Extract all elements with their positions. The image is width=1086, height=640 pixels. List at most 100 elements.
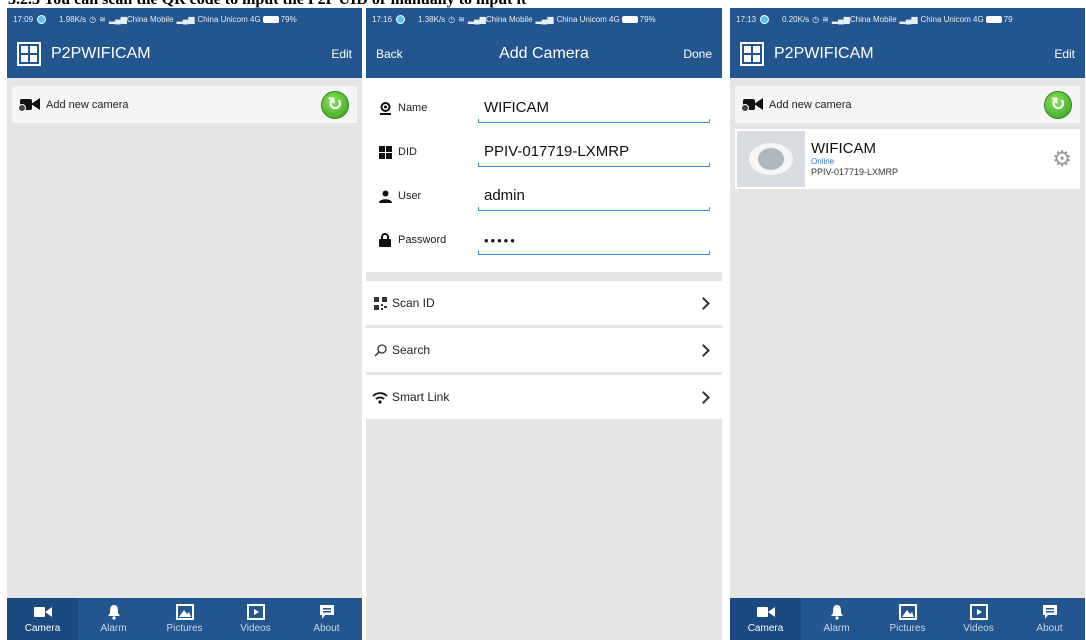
tab-label: Alarm bbox=[823, 623, 850, 634]
status-carrier-2: China Unicom 4G bbox=[197, 14, 261, 24]
app-title: P2PWIFICAM bbox=[51, 45, 151, 62]
wifi-status-icon: ≋ bbox=[458, 14, 465, 24]
status-time: 17:13 bbox=[736, 14, 757, 24]
tab-label: About bbox=[1036, 623, 1063, 634]
notification-icon bbox=[37, 14, 47, 24]
form-row-name: Name WIFICAM bbox=[366, 86, 722, 130]
camera-add-icon bbox=[741, 98, 763, 112]
status-time: 17:16 bbox=[372, 14, 393, 24]
user-badge-icon bbox=[378, 101, 392, 115]
menu-scan-id[interactable]: Scan ID bbox=[366, 281, 722, 325]
page-title: Add Camera bbox=[499, 45, 589, 62]
tab-label: Alarm bbox=[100, 623, 127, 634]
user-field[interactable]: admin bbox=[478, 181, 710, 211]
chat-icon bbox=[318, 604, 336, 620]
tab-camera[interactable]: Camera bbox=[730, 598, 801, 640]
add-camera-row[interactable]: Add new camera ↻ bbox=[12, 86, 357, 123]
battery-icon bbox=[985, 15, 1002, 23]
tab-pictures[interactable]: Pictures bbox=[149, 598, 220, 640]
signal-icon: ▂▄▆ bbox=[467, 14, 486, 24]
status-bar: 17:09 1.98K/s ◷ ≋ ▂▄▆ China Mobile ▂▄▆ C… bbox=[7, 8, 362, 30]
person-icon bbox=[378, 189, 392, 203]
password-label: Password bbox=[398, 234, 447, 246]
menu-label: Smart Link bbox=[392, 390, 450, 404]
camera-list-item[interactable]: WIFICAM Online PPIV-017719-LXMRP ⚙ bbox=[735, 129, 1080, 189]
app-header: P2PWIFICAM Edit bbox=[730, 30, 1085, 78]
tab-alarm[interactable]: Alarm bbox=[801, 598, 872, 640]
edit-button[interactable]: Edit bbox=[1054, 47, 1075, 61]
camera-add-icon bbox=[18, 98, 40, 112]
back-button[interactable]: Back bbox=[376, 47, 403, 61]
status-speed: 0.20K/s bbox=[782, 14, 810, 24]
tab-pictures[interactable]: Pictures bbox=[872, 598, 943, 640]
status-battery: 79% bbox=[639, 14, 656, 24]
form-row-password: Password ••••• bbox=[366, 218, 722, 262]
grid-icon bbox=[378, 145, 392, 159]
name-field[interactable]: WIFICAM bbox=[478, 93, 710, 123]
form-row-user: User admin bbox=[366, 174, 722, 218]
video-camera-icon bbox=[756, 604, 775, 620]
add-camera-label: Add new camera bbox=[46, 98, 129, 111]
status-carrier-2: China Unicom 4G bbox=[920, 14, 984, 24]
done-button[interactable]: Done bbox=[683, 47, 712, 61]
chevron-right-icon bbox=[697, 390, 710, 404]
password-field[interactable]: ••••• bbox=[478, 225, 710, 255]
wifi-status-icon: ≋ bbox=[99, 14, 106, 24]
bottom-tab-bar: Camera Alarm Pictures Videos About bbox=[730, 598, 1085, 640]
tab-videos[interactable]: Videos bbox=[943, 598, 1014, 640]
gear-icon[interactable]: ⚙ bbox=[1052, 146, 1072, 172]
alarm-clock-icon: ◷ bbox=[448, 14, 456, 24]
status-bar: 17:13 0.20K/s ◷ ≋ ▂▄▆ China Mobile ▂▄▆ C… bbox=[730, 8, 1085, 30]
notification-icon bbox=[760, 14, 770, 24]
app-logo-icon bbox=[740, 42, 764, 66]
tab-label: Pictures bbox=[889, 623, 926, 634]
chevron-right-icon bbox=[697, 296, 710, 310]
film-icon bbox=[246, 604, 265, 620]
tab-videos[interactable]: Videos bbox=[220, 598, 291, 640]
camera-info: WIFICAM Online PPIV-017719-LXMRP bbox=[811, 139, 1052, 178]
menu-label: Search bbox=[392, 343, 431, 357]
picture-icon bbox=[898, 604, 917, 620]
tab-about[interactable]: About bbox=[1014, 598, 1085, 640]
status-battery: 79 bbox=[1003, 14, 1013, 24]
tab-label: Videos bbox=[963, 623, 994, 634]
camera-lens-icon bbox=[749, 143, 793, 175]
bell-icon bbox=[828, 604, 846, 620]
search-icon bbox=[372, 343, 388, 357]
film-icon bbox=[969, 604, 988, 620]
camera-status: Online bbox=[811, 156, 835, 166]
signal-icon-2: ▂▄▆ bbox=[176, 14, 195, 24]
chat-icon bbox=[1041, 604, 1059, 620]
tab-label: About bbox=[313, 623, 340, 634]
tab-label: Camera bbox=[24, 623, 61, 634]
camera-thumbnail bbox=[737, 131, 805, 187]
signal-icon: ▂▄▆ bbox=[108, 14, 127, 24]
tab-label: Camera bbox=[747, 623, 784, 634]
status-speed: 1.98K/s bbox=[59, 14, 87, 24]
tab-label: Pictures bbox=[166, 623, 203, 634]
tab-camera[interactable]: Camera bbox=[7, 598, 78, 640]
app-header: P2PWIFICAM Edit bbox=[7, 30, 362, 78]
camera-did: PPIV-017719-LXMRP bbox=[811, 166, 899, 177]
add-camera-row[interactable]: Add new camera ↻ bbox=[735, 86, 1080, 123]
alarm-clock-icon: ◷ bbox=[89, 14, 97, 24]
menu-smart-link[interactable]: Smart Link bbox=[366, 375, 722, 419]
battery-icon bbox=[262, 15, 279, 23]
signal-icon-2: ▂▄▆ bbox=[899, 14, 918, 24]
tab-alarm[interactable]: Alarm bbox=[78, 598, 149, 640]
name-label: Name bbox=[398, 102, 428, 114]
qr-code-icon bbox=[372, 296, 388, 310]
did-field[interactable]: PPIV-017719-LXMRP bbox=[478, 137, 710, 167]
status-carrier-1: China Mobile bbox=[126, 14, 174, 24]
form-row-did: DID PPIV-017719-LXMRP bbox=[366, 130, 722, 174]
user-label: User bbox=[398, 190, 422, 202]
menu-search[interactable]: Search bbox=[366, 328, 722, 372]
edit-button[interactable]: Edit bbox=[331, 47, 352, 61]
tab-about[interactable]: About bbox=[291, 598, 362, 640]
refresh-icon[interactable]: ↻ bbox=[1044, 90, 1072, 119]
add-camera-label: Add new camera bbox=[769, 98, 852, 111]
refresh-icon[interactable]: ↻ bbox=[321, 90, 349, 119]
status-bar: 17:16 1.38K/s ◷ ≋ ▂▄▆ China Mobile ▂▄▆ C… bbox=[366, 8, 722, 30]
camera-name: WIFICAM bbox=[811, 139, 876, 157]
screen-add-camera: 17:16 1.38K/s ◷ ≋ ▂▄▆ China Mobile ▂▄▆ C… bbox=[366, 8, 722, 640]
